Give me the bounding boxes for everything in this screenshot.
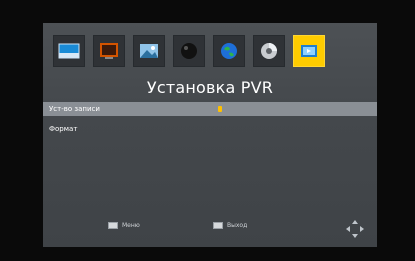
image-icon: [140, 44, 158, 58]
navigation-arrows-icon: [345, 219, 365, 239]
menu-icon-bar: [53, 35, 325, 69]
menu-key-icon: [108, 222, 118, 229]
footer-hints: Меню Выход: [43, 219, 377, 239]
tv-frame: Установка PVR Уст-во записи Формат Меню …: [0, 0, 415, 261]
channel-icon: [181, 43, 197, 59]
hint-exit: Выход: [213, 222, 247, 229]
exit-key-icon: [213, 222, 223, 229]
page-title: Установка PVR: [146, 78, 274, 97]
menu-item-label: Формат: [49, 125, 78, 133]
tile-globe[interactable]: [213, 35, 245, 67]
pvr-icon: [301, 45, 317, 57]
tile-picture[interactable]: [53, 35, 85, 67]
tv-icon: [100, 43, 118, 59]
menu-item-label: Уст-во записи: [49, 105, 100, 113]
picture-icon: [58, 43, 80, 59]
tile-image[interactable]: [133, 35, 165, 67]
pvr-setup-screen: Установка PVR Уст-во записи Формат Меню …: [43, 23, 377, 247]
exit-hint-label: Выход: [227, 222, 248, 229]
globe-icon: [221, 43, 237, 59]
tile-pvr[interactable]: [293, 35, 325, 67]
tile-channel[interactable]: [173, 35, 205, 67]
hint-menu: Меню: [108, 222, 140, 229]
disc-icon: [261, 43, 277, 59]
menu-hint-label: Меню: [122, 222, 140, 229]
tile-tv[interactable]: [93, 35, 125, 67]
selection-marker: [218, 106, 222, 112]
menu-item-record-device[interactable]: Уст-во записи: [43, 102, 377, 116]
tile-disc[interactable]: [253, 35, 285, 67]
menu-item-format[interactable]: Формат: [43, 122, 377, 136]
